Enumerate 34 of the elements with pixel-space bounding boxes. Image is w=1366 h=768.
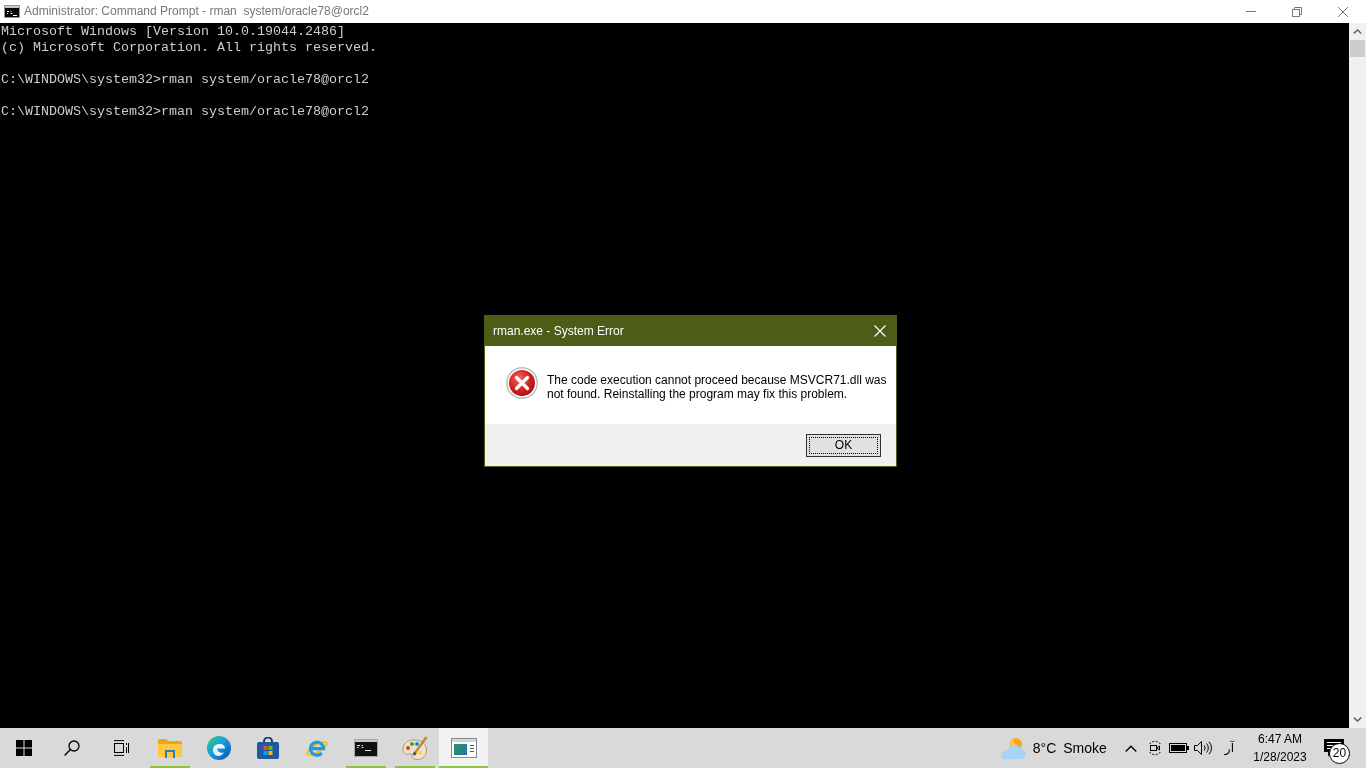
console-line: C:\WINDOWS\system32>rman system/oracle78@orcl2 (1, 104, 369, 120)
input-language-indicator[interactable]: آر (1224, 739, 1234, 757)
console-line: Microsoft Windows [Version 10.0.19044.2486] (1, 24, 345, 40)
task-view-icon[interactable] (112, 740, 129, 756)
shopping-bag-icon[interactable] (256, 737, 279, 759)
battery-icon[interactable] (1168, 743, 1189, 753)
error-message: The code execution cannot proceed because MSVCR71.dll was not found. Reinstalling the program may fix this problem. (547, 373, 888, 401)
ok-button[interactable]: OK (806, 433, 881, 457)
swirl-browser-icon[interactable] (206, 736, 231, 760)
chevron-down-icon[interactable] (1353, 717, 1362, 722)
restore-icon[interactable] (1292, 6, 1302, 17)
speaker-icon[interactable] (1193, 741, 1212, 755)
window-panel-icon[interactable] (450, 738, 477, 758)
scrollbar[interactable] (1349, 23, 1366, 728)
dialog-title: rman.exe - System Error (493, 323, 624, 340)
terminal-icon[interactable] (353, 739, 378, 757)
close-icon[interactable] (1338, 6, 1348, 17)
folder-icon[interactable] (157, 738, 182, 758)
weather-condition-text[interactable]: Smoke (1063, 739, 1107, 757)
console-icon (4, 5, 20, 18)
console-line: (c) Microsoft Corporation. All rights reserved. (1, 40, 377, 56)
camera-icon[interactable] (1146, 740, 1163, 756)
notification-count[interactable]: 20 (1329, 743, 1350, 764)
paint-palette-icon[interactable] (401, 736, 428, 760)
windows-logo-icon[interactable] (16, 740, 32, 756)
console-line: C:\WINDOWS\system32>rman system/oracle78@orcl2 (1, 72, 369, 88)
clock-time[interactable]: 6:47 AM (1258, 730, 1302, 748)
search-icon[interactable] (64, 740, 80, 756)
clock-date[interactable]: 1/28/2023 (1253, 748, 1307, 766)
chevron-up-icon[interactable] (1124, 744, 1137, 752)
temperature-text[interactable]: 8°C (1032, 739, 1057, 757)
scrollbar-thumb[interactable] (1350, 40, 1365, 57)
error-icon (506, 367, 538, 399)
window-title: Administrator: Command Prompt - rman system/oracle78@orcl2 (24, 4, 369, 19)
